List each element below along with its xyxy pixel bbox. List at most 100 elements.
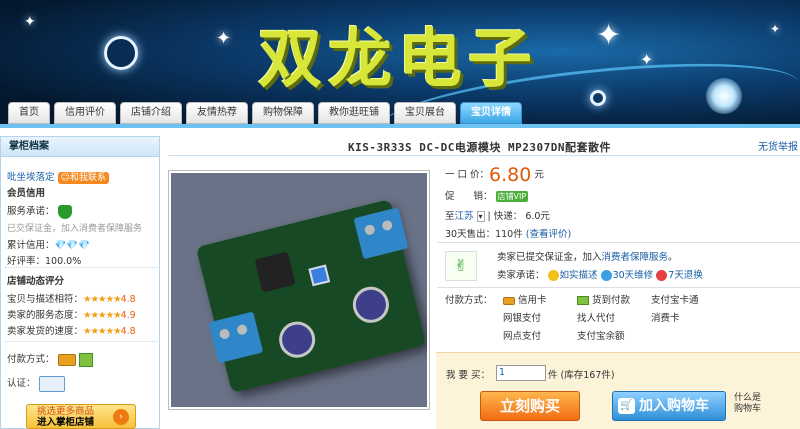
payment-cod: 货到付款	[592, 295, 631, 306]
payment-methods-label: 付款方式：	[445, 295, 493, 306]
shop-nav: 首页 信用评价 店铺介绍 友情热荐 购物保障 教你逛旺铺 宝贝展台 宝贝详情	[8, 102, 522, 124]
inductor	[254, 251, 296, 293]
product-title: KIS-3R33S DC-DC电源模块 MP2307DN配套散件	[348, 141, 611, 154]
rating-score: 4.8	[120, 326, 136, 337]
shop-title: 双龙电子	[258, 23, 538, 97]
express-label: 快递：	[493, 211, 523, 222]
deposit-note: 已交保证金，加入消费者保障服务	[7, 224, 143, 234]
service-label: 服务承诺：	[7, 206, 55, 217]
wangwang-contact-button[interactable]: ☺和我联系	[57, 172, 109, 184]
ship-to-label: 至	[445, 211, 455, 222]
nav-tab-guide[interactable]: 教你逛旺铺	[318, 102, 390, 124]
guarantee-end: 。	[668, 252, 678, 263]
goodrate-value: 100.0%	[45, 256, 82, 267]
star-icon: ✦	[640, 50, 654, 69]
star-icon: ✦	[24, 14, 36, 30]
payment-label: 付款方式：	[7, 354, 55, 365]
nav-tab-item-details[interactable]: 宝贝详情	[460, 102, 522, 124]
add-cart-label: 加入购物车	[639, 398, 709, 414]
price-label: 一 口 价：	[445, 169, 490, 181]
nav-tab-showcase[interactable]: 宝贝展台	[394, 102, 456, 124]
gift-card-icon	[78, 352, 93, 367]
promo-label: 促 销：	[445, 191, 493, 202]
shield-icon[interactable]: ✌	[445, 251, 477, 281]
payment-credit-card: 信用卡	[518, 295, 547, 306]
cart-icon: 🛒	[618, 398, 635, 414]
add-to-cart-button[interactable]: 🛒 加入购物车	[612, 391, 726, 421]
ship-region-select[interactable]: 江苏	[455, 211, 474, 222]
chevron-down-icon[interactable]: ▾	[476, 211, 485, 222]
ring-decoration	[104, 36, 138, 70]
star-rating-icon: ★★★★★	[83, 326, 122, 337]
wangwang-label: 和我联系	[69, 173, 106, 183]
star-icon: ✦	[216, 28, 232, 49]
payment-consumer-card: 消费卡	[651, 313, 680, 324]
rating-score: 4.8	[120, 294, 136, 305]
stock-text: 件 (库存167件)	[548, 370, 615, 381]
credit-label: 累计信用：	[7, 240, 55, 251]
lightbulb-icon	[706, 78, 742, 114]
credit-card-icon	[503, 296, 515, 305]
rating-row[interactable]: 卖家发货的速度：★★★★★4.8	[7, 323, 136, 337]
what-is-cart-link[interactable]: 什么是 购物车	[734, 393, 761, 415]
enter-line2: 进入掌柜店铺	[37, 417, 95, 428]
promise-as-described[interactable]: 如实描述	[560, 270, 598, 281]
view-reviews-link[interactable]: (查看评价)	[526, 229, 571, 240]
credit-card-icon	[57, 353, 76, 366]
payment-online-bank: 网银支付	[503, 313, 542, 324]
quantity-input[interactable]: 1	[496, 365, 546, 381]
cart-word-text: 购物车	[734, 404, 762, 414]
rating-row[interactable]: 卖家的服务态度：★★★★★4.9	[7, 307, 136, 321]
nav-tab-home[interactable]: 首页	[8, 102, 50, 124]
seller-name-link[interactable]: 吡坐埃落定	[7, 172, 55, 183]
quantity-label: 我 要 买：	[446, 370, 491, 381]
payment-proxy: 找人代付	[577, 313, 616, 324]
consumer-protection-icon[interactable]	[57, 204, 72, 219]
nav-tab-recommend[interactable]: 友情热荐	[186, 102, 248, 124]
report-link[interactable]: 无货举报	[758, 138, 798, 153]
star-rating-icon: ★★★★★	[83, 310, 122, 321]
certification-icon[interactable]	[38, 375, 65, 392]
nav-tab-shop-intro[interactable]: 店铺介绍	[120, 102, 182, 124]
terminal-block	[353, 207, 409, 260]
rating-score: 4.9	[120, 310, 136, 321]
credit-diamond-icon[interactable]: 💎💎💎	[55, 240, 91, 251]
pcb-board-image	[195, 199, 427, 393]
payment-alipay-card: 支付宝卡通	[651, 295, 699, 306]
promise-30day-repair[interactable]: 30天维修	[613, 270, 654, 281]
guarantee-link[interactable]: 消费者保障服务	[602, 252, 669, 263]
sold-count: 30天售出：110件	[445, 229, 523, 240]
buy-now-button[interactable]: 立刻购买	[480, 391, 580, 421]
nav-tab-credit-rating[interactable]: 信用评价	[54, 102, 116, 124]
rating-label: 卖家的服务态度：	[7, 310, 84, 321]
sidebar-header: 掌柜档案	[1, 137, 159, 157]
return-icon	[656, 270, 668, 281]
nav-tab-guarantee[interactable]: 购物保障	[252, 102, 314, 124]
arrow-right-icon: ›	[113, 409, 129, 425]
rating-label: 卖家发货的速度：	[7, 326, 84, 337]
product-image	[171, 173, 427, 407]
rating-row[interactable]: 宝贝与描述相符：★★★★★4.8	[7, 291, 136, 305]
as-described-icon	[547, 270, 559, 281]
what-is-text: 什么是	[734, 393, 762, 403]
rating-label: 宝贝与描述相符：	[7, 294, 84, 305]
chat-icon: ☺	[60, 173, 70, 183]
buy-box: 我 要 买： 1 件 (库存167件) 立刻购买 🛒 加入购物车 什么是 购物车	[436, 352, 800, 429]
seller-sidebar: 掌柜档案 吡坐埃落定 ☺和我联系 会员信用 服务承诺： 已交保证金，加入消费者保…	[0, 136, 160, 429]
guarantee-box: ✌ 卖家已提交保证金，加入消费者保障服务。 卖家承诺： 如实描述 30天维修 7…	[437, 242, 800, 288]
price-value: 6.80	[489, 164, 532, 186]
product-photo[interactable]	[168, 170, 430, 410]
capacitor	[275, 317, 319, 362]
promise-7day-return[interactable]: 7天退换	[668, 270, 703, 281]
cert-label: 认证：	[7, 378, 36, 389]
star-icon: ✦	[770, 22, 781, 36]
repair-icon	[600, 270, 612, 281]
enter-shop-button[interactable]: 挑选更多商品 进入掌柜店铺 ›	[26, 404, 136, 429]
shop-banner: ✦ ✦ ✦ ✦ ✦ 双龙电子 首页 信用评价 店铺介绍 友情热荐 购物保障 教你…	[0, 0, 800, 128]
payment-alipay-balance: 支付宝余额	[577, 331, 625, 342]
vip-badge[interactable]: 店铺VIP	[495, 191, 529, 202]
payment-outlet: 网点支付	[503, 331, 542, 342]
potentiometer	[308, 264, 331, 287]
section-shop-rating: 店铺动态评分	[7, 276, 65, 287]
nav-underline	[0, 124, 800, 128]
